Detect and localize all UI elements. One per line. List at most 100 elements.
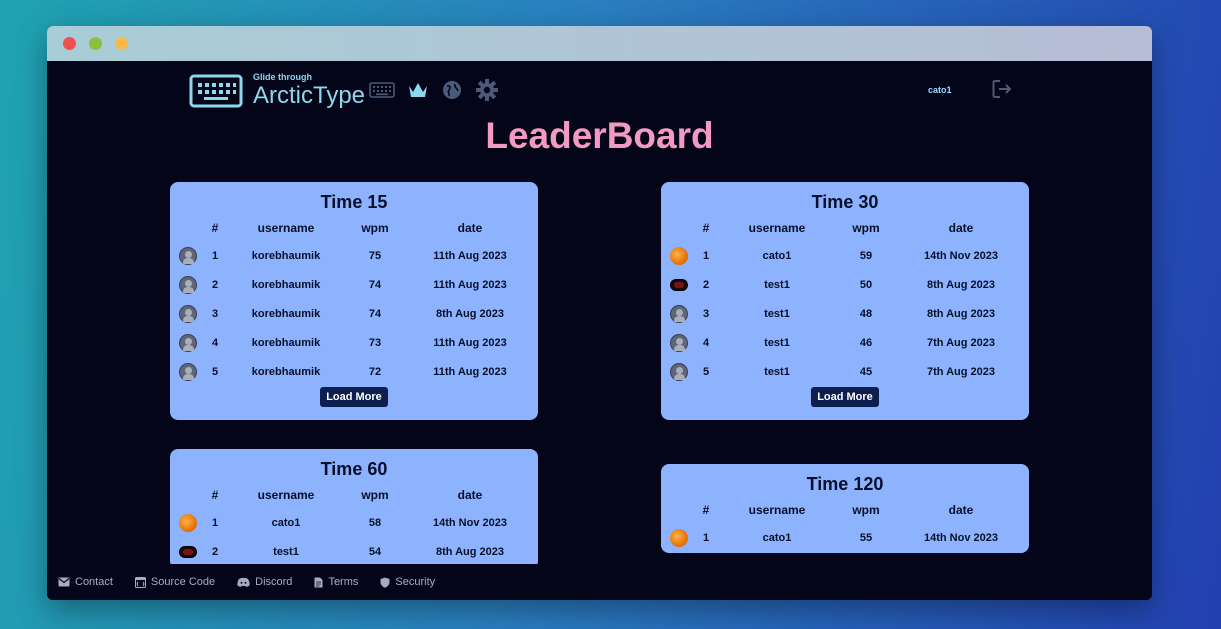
avatar xyxy=(670,278,688,291)
window-titlebar xyxy=(47,26,1152,61)
avatar xyxy=(179,362,197,381)
brand-tagline: Glide through xyxy=(253,72,312,82)
rank-cell: 5 xyxy=(211,365,219,378)
footer-link-contact[interactable]: Contact xyxy=(58,576,113,588)
footer-link-label: Terms xyxy=(328,576,359,588)
username-cell[interactable]: test1 xyxy=(715,308,839,320)
rank-cell: 3 xyxy=(702,307,710,320)
wpm-cell: 73 xyxy=(368,336,382,349)
rank-cell: 2 xyxy=(702,278,710,291)
leaderboard-time-15: Time 15 # username wpm date 1 korebhaumi… xyxy=(170,182,538,420)
shield-icon xyxy=(380,577,390,588)
wpm-column-header: wpm xyxy=(361,221,389,235)
rank-column-header: # xyxy=(211,488,219,502)
table-row: 3 test1 48 8th Aug 2023 xyxy=(661,299,1029,328)
date-cell: 11th Aug 2023 xyxy=(433,249,507,262)
footer-link-label: Discord xyxy=(255,576,293,588)
keyboard-icon[interactable] xyxy=(369,81,395,99)
date-cell: 11th Aug 2023 xyxy=(433,278,507,291)
table-header: # username wpm date xyxy=(170,215,538,241)
globe-icon[interactable] xyxy=(441,79,463,101)
rank-cell: 2 xyxy=(211,545,219,558)
mail-icon xyxy=(58,577,70,587)
username-cell[interactable]: korebhaumik xyxy=(224,250,348,262)
rank-cell: 1 xyxy=(702,249,710,262)
footer-link-source-code[interactable]: Source Code xyxy=(134,576,215,588)
close-window-button[interactable] xyxy=(63,37,76,50)
rank-column-header: # xyxy=(702,221,710,235)
crown-icon[interactable] xyxy=(407,80,429,100)
wpm-cell: 54 xyxy=(368,545,382,558)
table-row: 5 test1 45 7th Aug 2023 xyxy=(661,357,1029,386)
footer-link-security[interactable]: Security xyxy=(380,576,435,588)
wpm-column-header: wpm xyxy=(852,221,880,235)
rank-cell: 4 xyxy=(702,336,710,349)
username-cell[interactable]: korebhaumik xyxy=(224,279,348,291)
table-header: # username wpm date xyxy=(170,482,538,508)
load-more-button[interactable]: Load More xyxy=(811,387,879,407)
gear-icon[interactable] xyxy=(475,78,499,102)
table-row: 2 test1 54 8th Aug 2023 xyxy=(170,537,538,566)
avatar xyxy=(179,545,197,558)
username-column-header: username xyxy=(748,503,806,517)
wpm-cell: 58 xyxy=(368,516,382,529)
brand-name: ArcticType xyxy=(253,82,366,109)
rank-column-header: # xyxy=(702,503,710,517)
wpm-cell: 50 xyxy=(859,278,873,291)
table-row: 2 korebhaumik 74 11th Aug 2023 xyxy=(170,270,538,299)
date-cell: 14th Nov 2023 xyxy=(924,249,998,262)
brand-text: Glide through ArcticType xyxy=(253,73,365,108)
avatar xyxy=(670,304,688,323)
date-column-header: date xyxy=(948,503,974,517)
date-cell: 14th Nov 2023 xyxy=(433,516,507,529)
wpm-cell: 74 xyxy=(368,307,382,320)
leaderboard-time-60: Time 60 # username wpm date 1 cato1 58 1… xyxy=(170,449,538,569)
date-column-header: date xyxy=(457,488,483,502)
avatar xyxy=(179,275,197,294)
rank-cell: 1 xyxy=(702,531,710,544)
username-cell[interactable]: cato1 xyxy=(224,517,348,529)
table-row: 1 cato1 58 14th Nov 2023 xyxy=(170,508,538,537)
wpm-cell: 74 xyxy=(368,278,382,291)
date-cell: 14th Nov 2023 xyxy=(924,531,998,544)
username-cell[interactable]: cato1 xyxy=(715,532,839,544)
wpm-cell: 45 xyxy=(859,365,873,378)
username-column-header: username xyxy=(257,221,315,235)
date-cell: 7th Aug 2023 xyxy=(926,336,996,349)
app-logo[interactable]: Glide through ArcticType xyxy=(189,73,365,108)
avatar xyxy=(179,513,197,532)
username-column-header: username xyxy=(748,221,806,235)
footer-link-label: Security xyxy=(395,576,436,588)
username-label[interactable]: cato1 xyxy=(928,85,952,95)
date-cell: 8th Aug 2023 xyxy=(435,545,505,558)
username-cell[interactable]: test1 xyxy=(224,546,348,558)
load-more-button[interactable]: Load More xyxy=(320,387,388,407)
wpm-cell: 72 xyxy=(368,365,382,378)
avatar xyxy=(670,333,688,352)
footer-link-terms[interactable]: Terms xyxy=(314,576,358,588)
top-nav xyxy=(369,78,499,102)
date-cell: 8th Aug 2023 xyxy=(435,307,505,320)
date-column-header: date xyxy=(948,221,974,235)
logout-icon[interactable] xyxy=(991,78,1013,105)
date-cell: 11th Aug 2023 xyxy=(433,365,507,378)
username-cell[interactable]: korebhaumik xyxy=(224,308,348,320)
username-cell[interactable]: test1 xyxy=(715,279,839,291)
table-row: 1 cato1 59 14th Nov 2023 xyxy=(661,241,1029,270)
username-cell[interactable]: korebhaumik xyxy=(224,337,348,349)
username-cell[interactable]: test1 xyxy=(715,366,839,378)
table-header: # username wpm date xyxy=(661,497,1029,523)
date-cell: 7th Aug 2023 xyxy=(926,365,996,378)
minimize-window-button[interactable] xyxy=(115,37,128,50)
username-cell[interactable]: cato1 xyxy=(715,250,839,262)
table-row: 4 test1 46 7th Aug 2023 xyxy=(661,328,1029,357)
browser-window: Glide through ArcticType cato1 LeaderBoa… xyxy=(47,26,1152,600)
footer-link-discord[interactable]: Discord xyxy=(237,576,292,588)
maximize-window-button[interactable] xyxy=(89,37,102,50)
table-row: 5 korebhaumik 72 11th Aug 2023 xyxy=(170,357,538,386)
table-row: 1 cato1 55 14th Nov 2023 xyxy=(661,523,1029,552)
date-cell: 11th Aug 2023 xyxy=(433,336,507,349)
username-cell[interactable]: test1 xyxy=(715,337,839,349)
username-cell[interactable]: korebhaumik xyxy=(224,366,348,378)
board-title: Time 120 xyxy=(806,474,884,494)
